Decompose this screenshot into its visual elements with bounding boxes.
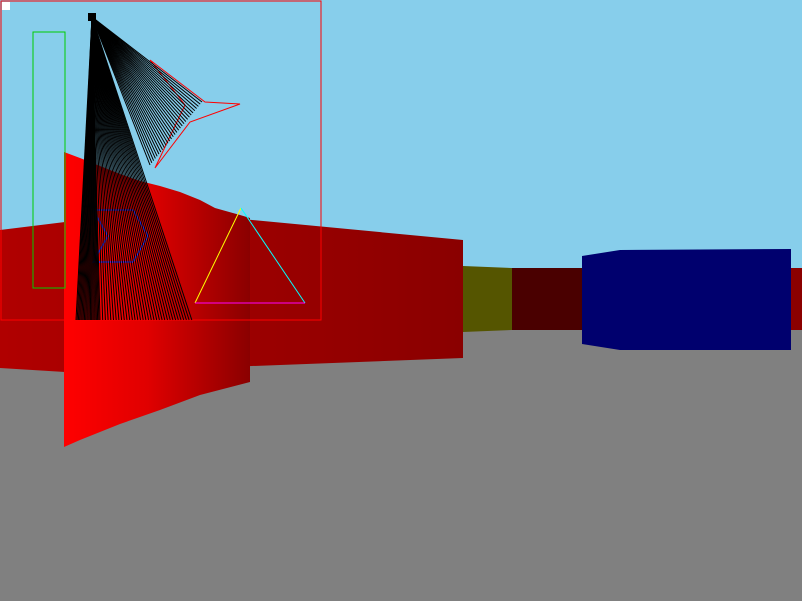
wall-olive xyxy=(463,266,512,332)
game-viewport[interactable] xyxy=(0,0,802,601)
wall-navy xyxy=(582,249,791,350)
wall-maroon xyxy=(512,268,582,330)
minimap-player xyxy=(88,13,96,21)
scene-canvas xyxy=(0,0,802,601)
minimap-corner-marker xyxy=(2,2,10,10)
wall-dark-red-right xyxy=(791,268,802,330)
